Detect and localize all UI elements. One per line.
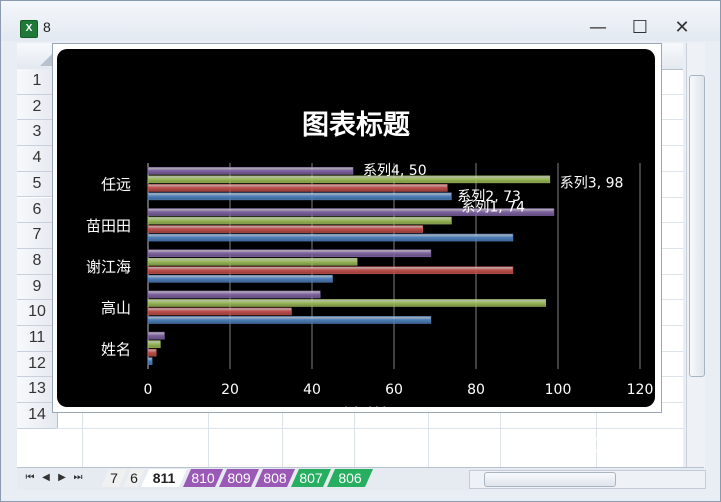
sheet-tab-808[interactable]: 808 bbox=[255, 469, 295, 487]
horizontal-scroll-thumb[interactable] bbox=[484, 472, 616, 487]
bar-系列2 bbox=[147, 184, 448, 192]
category-label: 姓名 bbox=[101, 340, 131, 358]
sheet-tab-809[interactable]: 809 bbox=[219, 469, 259, 487]
window-title: 8 bbox=[43, 19, 51, 35]
category-label: 高山 bbox=[101, 299, 131, 317]
bar-系列1 bbox=[147, 233, 514, 242]
last-sheet-button[interactable]: ⏭ bbox=[71, 470, 85, 486]
bar-chart: 图表标题 0 20 40 60 80 100 120 任远苗田田谢江海高山姓名 系列4, 50 系列… bbox=[86, 110, 654, 407]
first-sheet-button[interactable]: ⏮ bbox=[23, 470, 37, 486]
excel-window: X 8 — ☐ ✕ ABCDEFGH 1234567891011121314 图… bbox=[0, 0, 721, 502]
maximize-button[interactable]: ☐ bbox=[626, 15, 654, 41]
data-label: 系列3, 98 bbox=[560, 175, 624, 191]
x-tick-label: 120 bbox=[627, 382, 654, 398]
bar-系列3 bbox=[147, 340, 161, 348]
data-label: 系列1, 74 bbox=[461, 199, 525, 215]
bar-系列4 bbox=[147, 331, 165, 340]
bar-系列4 bbox=[147, 290, 321, 299]
category-label: 谢江海 bbox=[86, 258, 131, 276]
sheet-tab-810[interactable]: 810 bbox=[183, 469, 223, 487]
title-bar: X 8 — ☐ ✕ bbox=[1, 1, 720, 41]
chart-area[interactable]: 图表标题 0 20 40 60 80 100 120 任远苗田田谢江海高山姓名 系列4, 50 系列… bbox=[57, 49, 655, 407]
bar-系列2 bbox=[147, 225, 424, 233]
x-tick-label: 0 bbox=[144, 382, 153, 398]
x-tick-label: 80 bbox=[467, 382, 485, 398]
sheet-tab-7[interactable]: 7 bbox=[101, 469, 127, 487]
x-axis-title: 坐标轴标题 bbox=[339, 406, 410, 407]
vertical-scrollbar[interactable] bbox=[686, 43, 705, 467]
bar-系列1 bbox=[147, 316, 432, 324]
next-sheet-button[interactable]: ▶ bbox=[55, 470, 69, 486]
bar-系列2 bbox=[147, 307, 292, 316]
bar-系列3 bbox=[147, 175, 551, 184]
vertical-scroll-thumb[interactable] bbox=[689, 75, 705, 377]
bar-系列4 bbox=[147, 249, 432, 258]
bar-系列2 bbox=[147, 266, 514, 275]
sheet-tab-807[interactable]: 807 bbox=[291, 469, 331, 487]
close-button[interactable]: ✕ bbox=[668, 15, 696, 41]
chart-title: 图表标题 bbox=[302, 110, 410, 141]
x-tick-label: 40 bbox=[303, 382, 321, 398]
bar-系列1 bbox=[147, 357, 153, 365]
horizontal-scrollbar[interactable] bbox=[469, 470, 706, 489]
x-tick-label: 20 bbox=[221, 382, 239, 398]
sheet-tab-811[interactable]: 811 bbox=[141, 469, 187, 487]
category-label: 任远 bbox=[101, 176, 131, 194]
bar-系列2 bbox=[147, 348, 157, 357]
data-label: 系列4, 50 bbox=[363, 163, 427, 179]
bar-系列3 bbox=[147, 257, 358, 266]
bar-系列1 bbox=[147, 192, 452, 201]
watermark-text: Baidu经验 bbox=[549, 428, 674, 458]
prev-sheet-button[interactable]: ◀ bbox=[39, 470, 53, 486]
bar-系列3 bbox=[147, 216, 452, 225]
category-label: 苗田田 bbox=[86, 217, 131, 235]
sheet-tab-806[interactable]: 806 bbox=[327, 469, 373, 487]
x-tick-label: 60 bbox=[385, 382, 403, 398]
sheet-tab-6[interactable]: 6 bbox=[123, 469, 145, 487]
x-tick-label: 100 bbox=[545, 382, 572, 398]
minimize-button[interactable]: — bbox=[584, 15, 612, 41]
excel-icon: X bbox=[20, 20, 38, 38]
bar-系列3 bbox=[147, 299, 547, 307]
bar-系列1 bbox=[147, 274, 333, 283]
sheet-tab-bar: ⏮ ◀ ▶ ⏭ 7 6 811 810 809 808 807 806 bbox=[17, 467, 706, 490]
bar-系列4 bbox=[147, 167, 354, 175]
